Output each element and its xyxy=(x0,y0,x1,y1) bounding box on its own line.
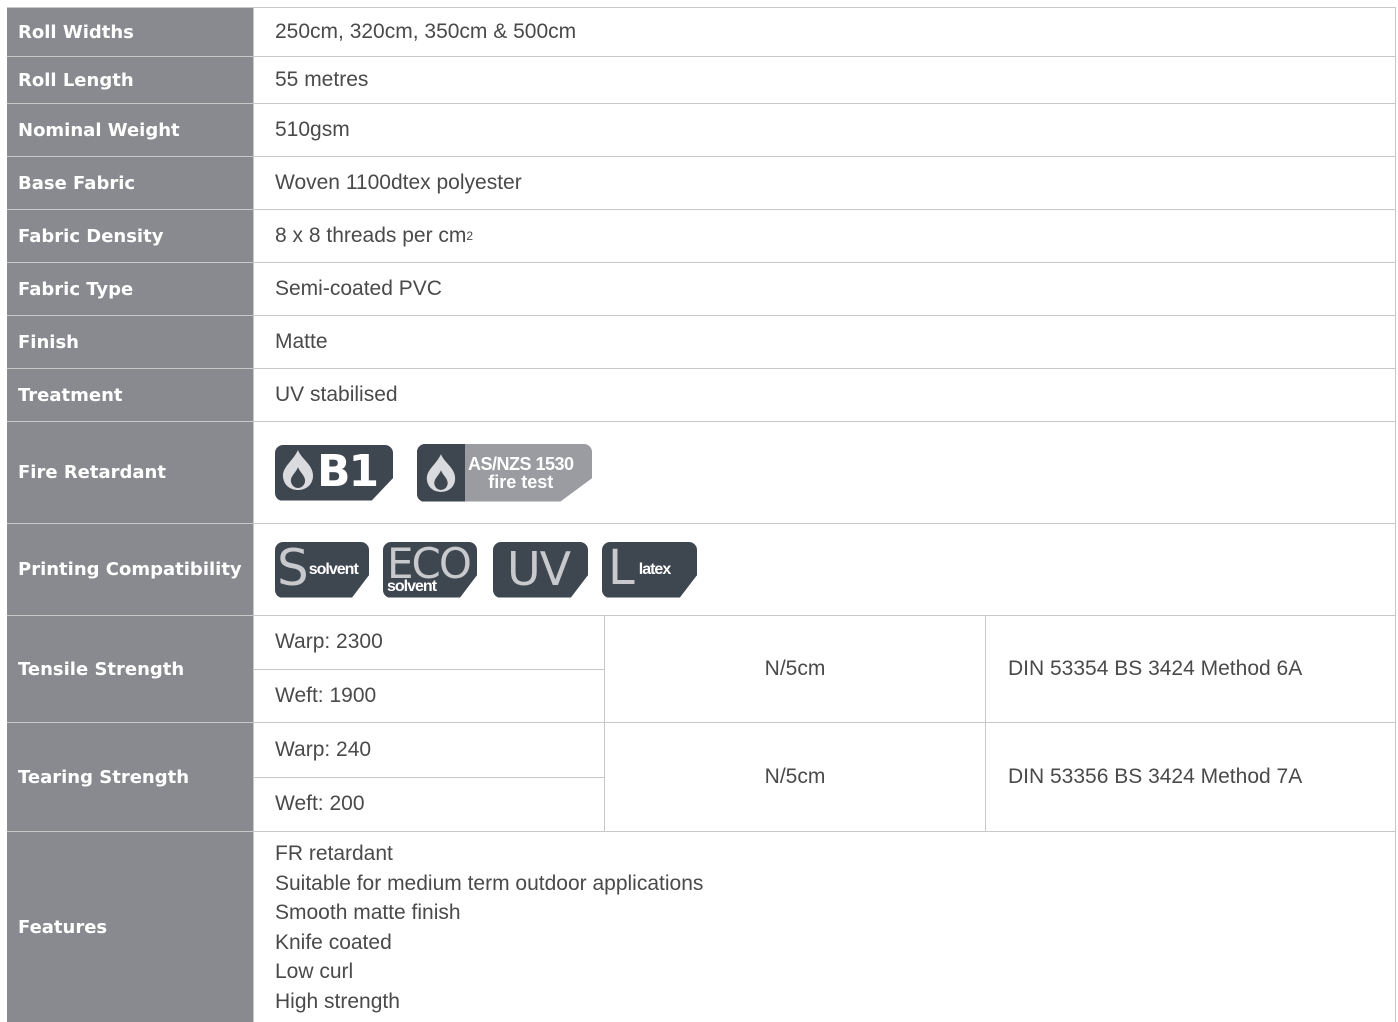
b1-text: B1 xyxy=(317,446,379,497)
row-value: 510gsm xyxy=(254,104,1396,156)
warp-value: Warp: 240 xyxy=(275,737,372,761)
row-label: Fabric Density xyxy=(7,210,254,262)
row-nominal-weight: Nominal Weight 510gsm xyxy=(7,104,1396,157)
row-value: 8 x 8 threads per cm 2 xyxy=(254,210,1396,262)
solvent-small: solvent xyxy=(308,560,359,578)
row-finish: Finish Matte xyxy=(7,316,1396,369)
feature-item: Suitable for medium term outdoor applica… xyxy=(275,871,704,895)
uv-badge: UV xyxy=(493,541,588,598)
row-printing-compatibility: Printing Compatibility S solvent ECO sol… xyxy=(7,524,1396,616)
eco-solvent-badge: ECO solvent xyxy=(383,541,477,598)
feature-item: High strength xyxy=(275,989,400,1013)
feature-item: Smooth matte finish xyxy=(275,901,461,924)
feature-item: FR retardant xyxy=(275,842,393,865)
weft-value: Weft: 1900 xyxy=(254,668,604,723)
b1-badge: B1 xyxy=(275,444,393,501)
row-label: Nominal Weight xyxy=(7,104,254,156)
row-roll-widths: Roll Widths 250cm, 320cm, 350cm & 500cm xyxy=(7,8,1396,57)
feature-item: Knife coated xyxy=(275,930,392,954)
density-text: 8 x 8 threads per cm xyxy=(275,224,467,247)
row-label: Roll Widths xyxy=(7,8,254,56)
solvent-badge: S solvent xyxy=(275,541,369,598)
row-fabric-type: Fabric Type Semi-coated PVC xyxy=(7,263,1396,316)
row-value: Woven 1100dtex polyester xyxy=(254,157,1396,209)
density-superscript: 2 xyxy=(466,229,474,243)
row-label: Fabric Type xyxy=(7,263,254,315)
latex-big: L xyxy=(608,541,635,596)
latex-small: latex xyxy=(638,560,671,578)
row-value: 55 metres xyxy=(254,57,1396,103)
flame-icon xyxy=(281,449,315,497)
asnzs-line2: fire test xyxy=(488,471,554,492)
spec-table: Roll Widths 250cm, 320cm, 350cm & 500cm … xyxy=(7,7,1396,1022)
asnzs-badge: AS/NZS 1530 fire test xyxy=(417,443,592,502)
eco-small: solvent xyxy=(387,577,437,595)
asnzs-text: AS/NZS 1530 fire test xyxy=(468,455,574,491)
printing-badges: S solvent ECO solvent UV L latex xyxy=(275,541,711,598)
method-cell: DIN 53354 BS 3424 Method 6A xyxy=(986,616,1396,722)
row-value: UV stabilised xyxy=(254,369,1396,421)
row-base-fabric: Base Fabric Woven 1100dtex polyester xyxy=(7,157,1396,210)
row-fabric-density: Fabric Density 8 x 8 threads per cm 2 xyxy=(7,210,1396,263)
unit-cell: N/5cm xyxy=(605,616,986,722)
features-list: FR retardant Suitable for medium term ou… xyxy=(254,832,1396,1022)
fire-badges: B1 AS/NZS 1530 fire test xyxy=(275,443,592,502)
values-column: Warp: 240 Weft: 200 xyxy=(254,723,605,831)
row-features: Features FR retardant Suitable for mediu… xyxy=(7,832,1396,1022)
eco-text: ECO solvent xyxy=(387,541,472,595)
feature-item: Low curl xyxy=(275,960,354,983)
row-label: Treatment xyxy=(7,369,254,421)
row-label: Fire Retardant xyxy=(7,422,254,523)
row-label: Finish xyxy=(7,316,254,368)
weft-value: Weft: 200 xyxy=(254,776,604,832)
uv-text: UV xyxy=(507,541,571,596)
unit-cell: N/5cm xyxy=(605,723,986,831)
row-label: Features xyxy=(7,832,254,1022)
row-split: Warp: 2300 Weft: 1900 N/5cm DIN 53354 BS… xyxy=(254,616,1396,722)
eco-big: ECO xyxy=(387,541,472,588)
row-value: 250cm, 320cm, 350cm & 500cm xyxy=(254,8,1396,56)
method-cell: DIN 53356 BS 3424 Method 7A xyxy=(986,723,1396,831)
flame-icon xyxy=(417,443,465,502)
row-fire-retardant: Fire Retardant B1 AS/NZS 1530 fire test xyxy=(7,422,1396,524)
row-value: S solvent ECO solvent UV L latex xyxy=(254,524,1396,615)
row-value: B1 AS/NZS 1530 fire test xyxy=(254,422,1396,523)
solvent-big: S xyxy=(277,541,309,597)
row-tearing-strength: Tearing Strength Warp: 240 Weft: 200 N/5… xyxy=(7,723,1396,832)
row-split: Warp: 240 Weft: 200 N/5cm DIN 53356 BS 3… xyxy=(254,723,1396,831)
latex-badge: L latex xyxy=(602,541,697,598)
row-label: Tensile Strength xyxy=(7,616,254,722)
asnzs-line1: AS/NZS 1530 xyxy=(468,453,574,474)
warp-value: Warp: 2300 xyxy=(275,630,383,654)
row-label: Printing Compatibility xyxy=(7,524,254,615)
row-roll-length: Roll Length 55 metres xyxy=(7,57,1396,104)
row-label: Base Fabric xyxy=(7,157,254,209)
row-label: Roll Length xyxy=(7,57,254,103)
row-tensile-strength: Tensile Strength Warp: 2300 Weft: 1900 N… xyxy=(7,616,1396,723)
row-value: Semi-coated PVC xyxy=(254,263,1396,315)
row-label: Tearing Strength xyxy=(7,723,254,831)
row-value: Matte xyxy=(254,316,1396,368)
values-column: Warp: 2300 Weft: 1900 xyxy=(254,616,605,722)
row-treatment: Treatment UV stabilised xyxy=(7,369,1396,422)
